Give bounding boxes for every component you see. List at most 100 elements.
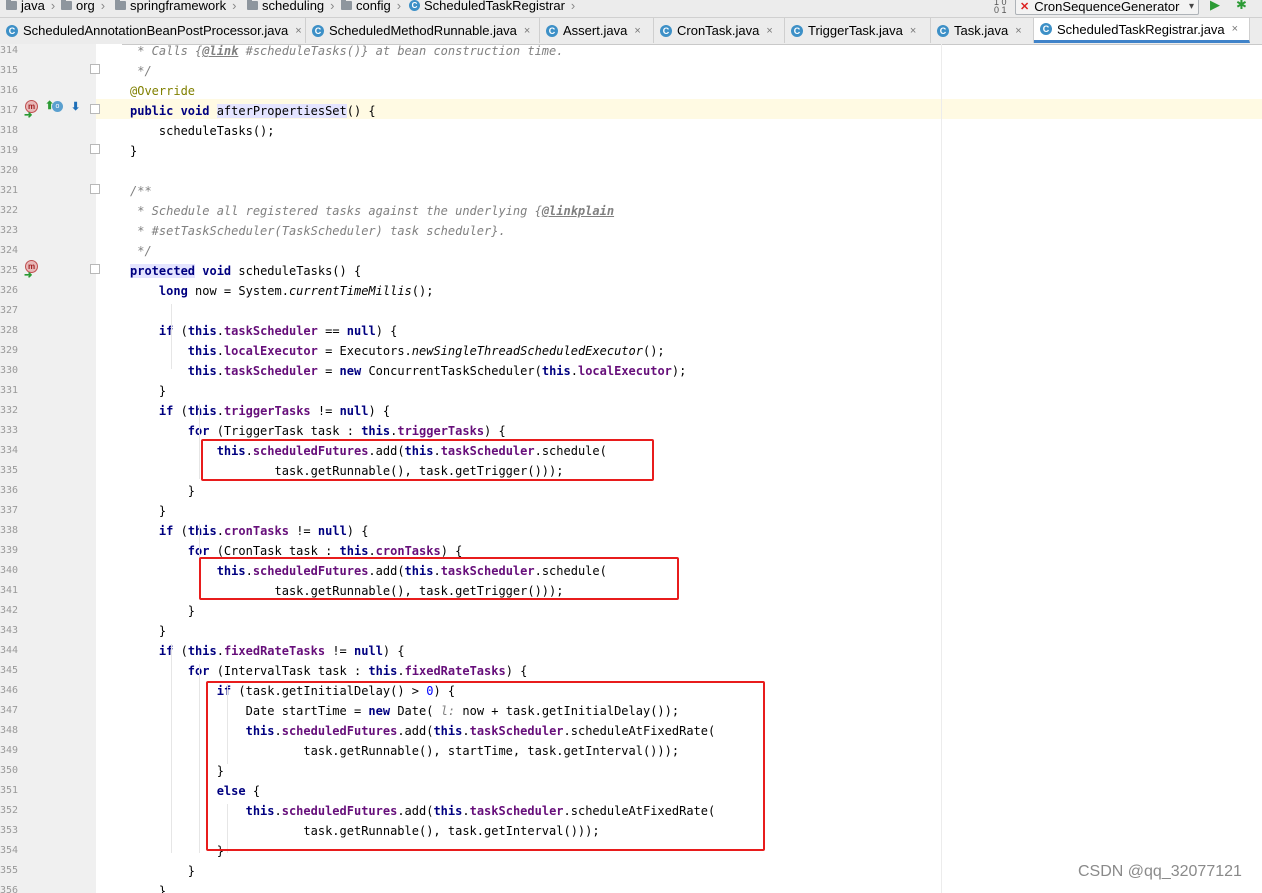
line-number[interactable]: 331 [0,381,18,401]
close-icon[interactable]: × [1232,23,1238,35]
fold-toggle-icon[interactable] [90,264,100,274]
line-number[interactable]: 328 [0,321,18,341]
line-number[interactable]: 356 [0,881,18,893]
line-number[interactable]: 346 [0,681,18,701]
line-number[interactable]: 339 [0,541,18,561]
line-number[interactable]: 335 [0,461,18,481]
line-number[interactable]: 323 [0,221,18,241]
close-icon[interactable]: × [1015,25,1021,37]
code-line[interactable]: if (this.triggerTasks != null) { [130,401,390,421]
code-line[interactable]: } [130,621,166,641]
line-number[interactable]: 332 [0,401,18,421]
line-number[interactable]: 319 [0,141,18,161]
line-number[interactable]: 352 [0,801,18,821]
code-line[interactable]: this.localExecutor = Executors.newSingle… [130,341,665,361]
code-line[interactable]: for (IntervalTask task : this.fixedRateT… [130,661,528,681]
run-icon[interactable]: ▶ [1210,0,1224,12]
code-line[interactable]: } [130,601,195,621]
line-number[interactable]: 318 [0,121,18,141]
line-number[interactable]: 337 [0,501,18,521]
code-line[interactable]: @Override [130,81,195,101]
code-line[interactable]: for (TriggerTask task : this.triggerTask… [130,421,506,441]
breadcrumb-item-org[interactable]: org › [61,0,105,14]
breadcrumb-item-scheduling[interactable]: scheduling › [247,0,335,14]
breadcrumb-item-java[interactable]: java › [6,0,55,14]
line-number[interactable]: 345 [0,661,18,681]
run-configuration-select[interactable]: ✕ CronSequenceGenerator ▾ [1015,0,1199,15]
code-line[interactable]: */ [130,61,151,81]
line-number[interactable]: 327 [0,301,18,321]
close-icon[interactable]: × [910,25,916,37]
code-line[interactable]: } [130,381,166,401]
line-number[interactable]: 349 [0,741,18,761]
tab-scheduled-method-runnable[interactable]: C ScheduledMethodRunnable.java × [306,18,540,43]
fold-toggle-icon[interactable] [90,64,100,74]
implementation-down-arrow-icon[interactable]: ⬇ [71,102,80,113]
code-line[interactable]: protected void scheduleTasks() { [130,261,361,281]
line-number[interactable]: 336 [0,481,18,501]
code-line[interactable]: } [130,501,166,521]
code-line[interactable]: * #setTaskScheduler(TaskScheduler) task … [130,221,505,241]
line-number[interactable]: 321 [0,181,18,201]
tab-task[interactable]: C Task.java × [931,18,1034,43]
code-line[interactable]: public void afterPropertiesSet() { [130,101,376,121]
code-editor[interactable]: 314 * Calls {@link #scheduleTasks()} at … [0,44,1262,893]
close-icon[interactable]: × [766,25,772,37]
line-number[interactable]: 342 [0,601,18,621]
line-number[interactable]: 341 [0,581,18,601]
line-number[interactable]: 315 [0,61,18,81]
line-number[interactable]: 314 [0,44,18,61]
fold-toggle-icon[interactable] [90,144,100,154]
line-number[interactable]: 333 [0,421,18,441]
debug-icon[interactable]: ✱ [1236,0,1254,12]
line-number[interactable]: 351 [0,781,18,801]
line-number[interactable]: 348 [0,721,18,741]
line-number[interactable]: 324 [0,241,18,261]
line-number[interactable]: 329 [0,341,18,361]
code-line[interactable]: * Calls {@link #scheduleTasks()} at bean… [130,44,563,61]
close-icon[interactable]: × [295,25,301,37]
tab-cron-task[interactable]: C CronTask.java × [654,18,785,43]
fold-toggle-icon[interactable] [90,104,100,114]
close-icon[interactable]: × [524,25,530,37]
line-number[interactable]: 353 [0,821,18,841]
tab-scheduled-task-registrar[interactable]: C ScheduledTaskRegistrar.java × [1034,18,1250,43]
code-line[interactable]: this.taskScheduler = new ConcurrentTaskS… [130,361,687,381]
line-number[interactable]: 320 [0,161,18,181]
breadcrumb-item-springframework[interactable]: springframework › [115,0,236,14]
line-number[interactable]: 325 [0,261,18,281]
line-number[interactable]: 340 [0,561,18,581]
sort-numeric-icon[interactable]: 1 0 0 1 [994,0,1007,15]
line-number[interactable]: 316 [0,81,18,101]
line-number[interactable]: 354 [0,841,18,861]
line-number[interactable]: 334 [0,441,18,461]
tab-assert[interactable]: C Assert.java × [540,18,654,43]
code-line[interactable]: } [130,481,195,501]
line-number[interactable]: 330 [0,361,18,381]
line-number[interactable]: 347 [0,701,18,721]
line-number[interactable]: 355 [0,861,18,881]
code-line[interactable]: /** [130,181,152,201]
breadcrumb-item-class[interactable]: C ScheduledTaskRegistrar › [409,0,575,14]
code-line[interactable]: } [130,861,195,881]
code-line[interactable]: long now = System.currentTimeMillis(); [130,281,434,301]
tab-scheduled-annotation-bean-post-processor[interactable]: C ScheduledAnnotationBeanPostProcessor.j… [0,18,306,43]
code-line[interactable]: * Schedule all registered tasks against … [130,201,614,221]
override-icon[interactable]: o [52,101,63,112]
breadcrumb-item-config[interactable]: config › [341,0,401,14]
code-line[interactable]: if (this.cronTasks != null) { [130,521,369,541]
line-number[interactable]: 317 [0,101,18,121]
code-line[interactable]: */ [130,241,151,261]
line-number[interactable]: 338 [0,521,18,541]
line-number[interactable]: 350 [0,761,18,781]
code-line[interactable]: scheduleTasks(); [130,121,275,141]
line-number[interactable]: 343 [0,621,18,641]
line-number[interactable]: 326 [0,281,18,301]
line-number[interactable]: 344 [0,641,18,661]
close-icon[interactable]: × [634,25,640,37]
code-line[interactable]: } [130,881,166,893]
line-number[interactable]: 322 [0,201,18,221]
fold-toggle-icon[interactable] [90,184,100,194]
tab-trigger-task[interactable]: C TriggerTask.java × [785,18,931,43]
code-line[interactable]: } [130,141,137,161]
